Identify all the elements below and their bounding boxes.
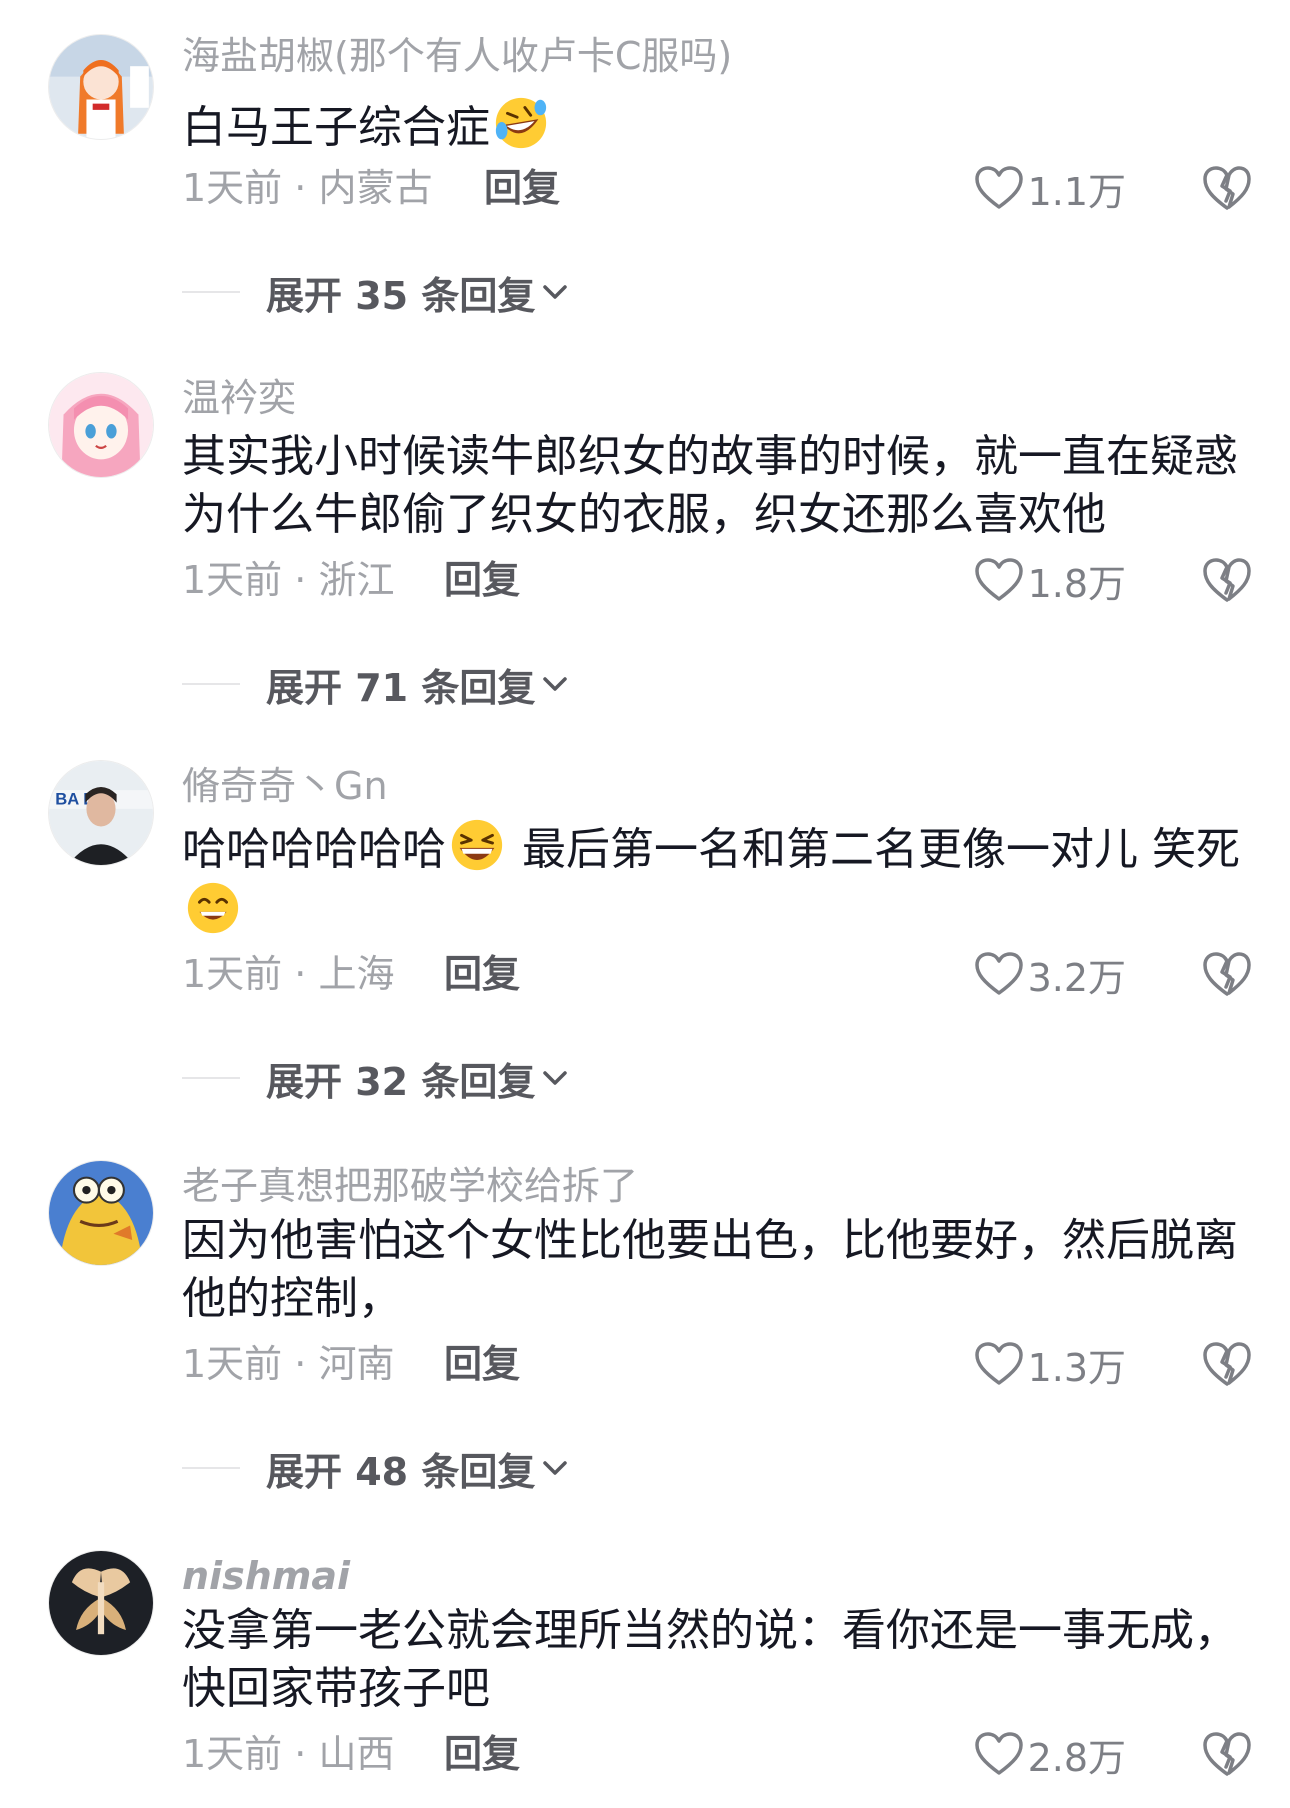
chevron-down-icon (543, 285, 568, 299)
comment-meta: 1天前 · 浙江 (182, 556, 394, 604)
comment-location: 河南 (318, 1342, 395, 1386)
photo-avatar-image: BA EC (49, 761, 153, 865)
comment-item: BA EC 脩奇奇丶Gn 哈哈哈哈哈哈 最后第一名和第二名更像一对儿 笑死 1天… (0, 760, 1290, 1104)
broken-heart-icon[interactable] (1202, 950, 1252, 998)
anime-avatar-image (49, 373, 153, 477)
broken-heart-icon[interactable] (1202, 556, 1252, 604)
comment-location: 内蒙古 (318, 166, 433, 210)
divider-line (182, 291, 240, 293)
avatar[interactable] (48, 372, 154, 478)
comment-text: 没拿第一老公就会理所当然的说：看你还是一事无成，快回家带孩子吧 (182, 1602, 1242, 1718)
smiling-emoji (187, 882, 239, 934)
grinning-squint-emoji (451, 819, 503, 871)
expand-replies-button[interactable]: 展开 48 条回复 (182, 1444, 573, 1494)
comment-text-segment: 其实我小时候读牛郎织女的故事的时候，就一直在疑惑为什么牛郎偷了织女的衣服，织女还… (182, 431, 1238, 540)
comment-text-segment: 没拿第一老公就会理所当然的说：看你还是一事无成，快回家带孩子吧 (182, 1605, 1238, 1714)
username[interactable]: nishmai (182, 1552, 350, 1600)
like-count: 3.2万 (1027, 955, 1126, 1000)
reply-button[interactable]: 回复 (444, 1340, 520, 1388)
meta-separator: · (294, 558, 307, 602)
comment-meta: 1天前 · 内蒙古 (182, 164, 432, 212)
anime-avatar-image (49, 35, 153, 139)
like-count: 1.8万 (1027, 561, 1126, 606)
comment-time: 1天前 (182, 952, 283, 996)
comment-location: 山西 (318, 1732, 395, 1776)
comment-meta: 1天前 · 上海 (182, 950, 394, 998)
divider-line (182, 1467, 240, 1469)
meta-separator: · (294, 166, 307, 210)
like-count: 1.1万 (1027, 169, 1126, 214)
meta-separator: · (294, 1732, 307, 1776)
heart-icon (974, 952, 1023, 995)
comment-text: 其实我小时候读牛郎织女的故事的时候，就一直在疑惑为什么牛郎偷了织女的衣服，织女还… (182, 428, 1242, 544)
heart-icon (974, 166, 1023, 209)
reply-button[interactable]: 回复 (444, 556, 520, 604)
rolling-laughing-emoji (495, 97, 547, 149)
comment-text-segment: 哈哈哈哈哈哈 (182, 824, 446, 875)
comment-time: 1天前 (182, 166, 283, 210)
heart-icon (974, 1732, 1023, 1775)
like-button[interactable]: 3.2万 (974, 950, 1126, 1000)
reply-button[interactable]: 回复 (444, 950, 520, 998)
art-avatar-image (49, 1551, 153, 1655)
expand-replies-button[interactable]: 展开 35 条回复 (182, 268, 573, 318)
heart-icon (974, 1342, 1023, 1385)
broken-heart-icon[interactable] (1202, 164, 1252, 212)
comment-text-segment: 白马王子综合症 (182, 102, 490, 153)
cartoon-avatar-image (49, 1161, 153, 1265)
divider-line (182, 683, 240, 685)
username[interactable]: 脩奇奇丶Gn (182, 762, 388, 810)
chevron-down-icon (543, 1461, 568, 1475)
comment-time: 1天前 (182, 1732, 283, 1776)
comment-time: 1天前 (182, 558, 283, 602)
like-button[interactable]: 1.8万 (974, 556, 1126, 606)
expand-replies-label: 展开 35 条回复 (266, 273, 536, 318)
comment-text: 哈哈哈哈哈哈 最后第一名和第二名更像一对儿 笑死 (182, 816, 1242, 942)
avatar[interactable] (48, 34, 154, 140)
meta-separator: · (294, 1342, 307, 1386)
divider-line (182, 1077, 240, 1079)
comment-time: 1天前 (182, 1342, 283, 1386)
like-button[interactable]: 2.8万 (974, 1730, 1126, 1780)
comment-text-segment: 因为他害怕这个女性比他要出色，比他要好，然后脱离他的控制， (182, 1215, 1238, 1324)
broken-heart-icon[interactable] (1202, 1340, 1252, 1388)
username[interactable]: 海盐胡椒(那个有人收卢卡C服吗) (182, 32, 732, 80)
comment-text: 因为他害怕这个女性比他要出色，比他要好，然后脱离他的控制， (182, 1212, 1242, 1328)
expand-replies-button[interactable]: 展开 71 条回复 (182, 660, 573, 710)
avatar[interactable] (48, 1550, 154, 1656)
comment-meta: 1天前 · 河南 (182, 1340, 394, 1388)
chevron-down-icon (543, 677, 568, 691)
expand-replies-label: 展开 48 条回复 (266, 1449, 536, 1494)
comment-meta: 1天前 · 山西 (182, 1730, 394, 1778)
reply-button[interactable]: 回复 (444, 1730, 520, 1778)
like-button[interactable]: 1.1万 (974, 164, 1126, 214)
like-button[interactable]: 1.3万 (974, 1340, 1126, 1390)
username[interactable]: 老子真想把那破学校给拆了 (182, 1162, 638, 1210)
expand-replies-label: 展开 32 条回复 (266, 1059, 536, 1104)
comment-item: nishmai 没拿第一老公就会理所当然的说：看你还是一事无成，快回家带孩子吧 … (0, 1550, 1290, 1808)
comment-text: 白马王子综合症 (182, 94, 1242, 157)
comment-item: 海盐胡椒(那个有人收卢卡C服吗) 白马王子综合症 1天前 · 内蒙古 回复 1.… (0, 24, 1290, 324)
broken-heart-icon[interactable] (1202, 1730, 1252, 1778)
expand-replies-label: 展开 71 条回复 (266, 665, 536, 710)
comment-text-segment: 最后第一名和第二名更像一对儿 笑死 (508, 824, 1240, 875)
like-count: 1.3万 (1027, 1345, 1126, 1390)
reply-button[interactable]: 回复 (484, 164, 560, 212)
expand-replies-button[interactable]: 展开 32 条回复 (182, 1054, 573, 1104)
avatar[interactable] (48, 1160, 154, 1266)
like-count: 2.8万 (1027, 1735, 1126, 1780)
comment-location: 浙江 (318, 558, 395, 602)
meta-separator: · (294, 952, 307, 996)
username[interactable]: 温衿奕 (182, 374, 296, 422)
comment-location: 上海 (318, 952, 395, 996)
avatar[interactable]: BA EC (48, 760, 154, 866)
comment-item: 温衿奕 其实我小时候读牛郎织女的故事的时候，就一直在疑惑为什么牛郎偷了织女的衣服… (0, 372, 1290, 710)
comment-item: 老子真想把那破学校给拆了 因为他害怕这个女性比他要出色，比他要好，然后脱离他的控… (0, 1160, 1290, 1494)
chevron-down-icon (543, 1071, 568, 1085)
heart-icon (974, 558, 1023, 601)
